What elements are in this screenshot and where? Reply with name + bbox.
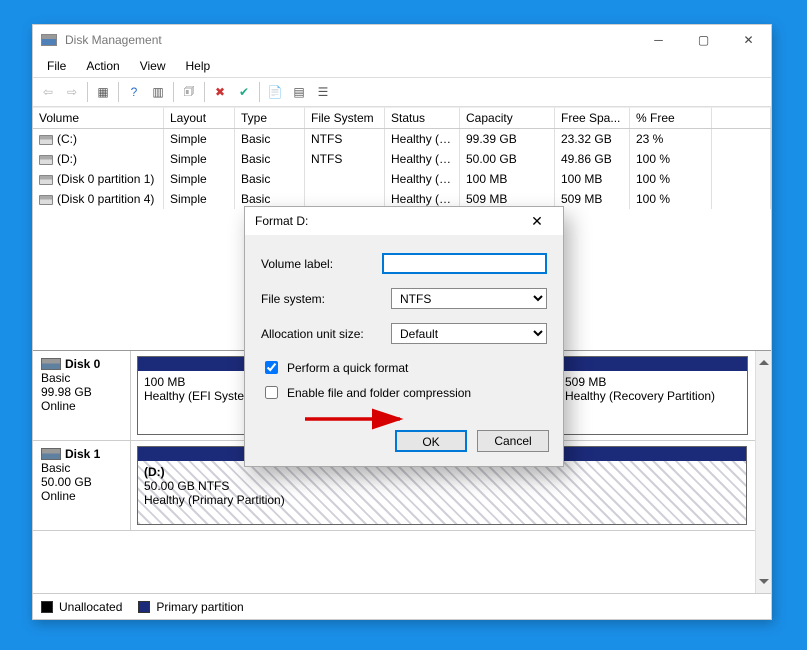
ok-button[interactable]: OK [395,430,467,452]
col-status[interactable]: Status [385,107,460,128]
menubar: File Action View Help [33,55,771,77]
forward-icon: ⇨ [61,81,83,103]
compression-checkbox[interactable] [265,386,278,399]
delete-icon[interactable]: ✖ [209,81,231,103]
allocation-size-label: Allocation unit size: [261,327,391,341]
settings-icon[interactable]: ▤ [288,81,310,103]
cancel-button[interactable]: Cancel [477,430,549,452]
col-type[interactable]: Type [235,107,305,128]
unallocated-swatch [41,601,53,613]
file-system-select[interactable]: NTFS [391,288,547,309]
check-icon[interactable]: ✔ [233,81,255,103]
new-icon[interactable]: 📄 [264,81,286,103]
menu-action[interactable]: Action [78,57,127,75]
help-icon[interactable]: ? [123,81,145,103]
partition[interactable]: 100 MBHealthy (EFI System [137,356,245,435]
back-icon: ⇦ [37,81,59,103]
primary-swatch [138,601,150,613]
minimize-button[interactable]: ─ [636,26,681,54]
arrow-annotation [305,410,415,431]
allocation-size-select[interactable]: Default [391,323,547,344]
quick-format-label: Perform a quick format [287,361,408,375]
col-pfree[interactable]: % Free [630,107,712,128]
col-layout[interactable]: Layout [164,107,235,128]
quick-format-checkbox[interactable] [265,361,278,374]
menu-view[interactable]: View [132,57,174,75]
close-button[interactable]: ✕ [726,26,771,54]
grid-icon[interactable]: ▦ [92,81,114,103]
app-icon [41,34,57,46]
col-filesystem[interactable]: File System [305,107,385,128]
scrollbar[interactable] [755,351,771,593]
dialog-close-button[interactable]: ✕ [517,213,557,230]
legend: Unallocated Primary partition [33,593,771,619]
table-row[interactable]: (C:)SimpleBasicNTFSHealthy (B...99.39 GB… [33,129,771,149]
dialog-titlebar[interactable]: Format D: ✕ [245,207,563,235]
volume-label-input[interactable] [382,253,547,274]
dialog-title: Format D: [251,214,517,228]
table-row[interactable]: (D:)SimpleBasicNTFSHealthy (P...50.00 GB… [33,149,771,169]
menu-file[interactable]: File [39,57,74,75]
volume-label-label: Volume label: [261,257,382,271]
col-capacity[interactable]: Capacity [460,107,555,128]
toolbar: ⇦ ⇨ ▦ ? ▥ 🗊 ✖ ✔ 📄 ▤ ☰ [33,77,771,107]
maximize-button[interactable]: ▢ [681,26,726,54]
volume-list-header: Volume Layout Type File System Status Ca… [33,107,771,129]
list-icon[interactable]: ☰ [312,81,334,103]
layout-icon[interactable]: ▥ [147,81,169,103]
window-title: Disk Management [65,33,636,47]
table-row[interactable]: (Disk 0 partition 1)SimpleBasicHealthy (… [33,169,771,189]
col-free[interactable]: Free Spa... [555,107,630,128]
partition[interactable]: 509 MBHealthy (Recovery Partition) [558,356,748,435]
col-volume[interactable]: Volume [33,107,164,128]
compression-label: Enable file and folder compression [287,386,471,400]
titlebar[interactable]: Disk Management ─ ▢ ✕ [33,25,771,55]
properties-icon[interactable]: 🗊 [178,81,200,103]
menu-help[interactable]: Help [178,57,219,75]
file-system-label: File system: [261,292,391,306]
